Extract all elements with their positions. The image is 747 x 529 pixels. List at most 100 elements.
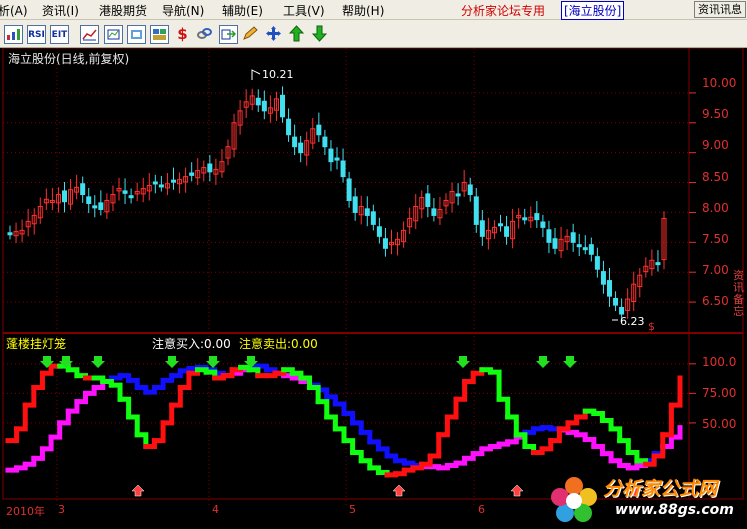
candle-body (128, 195, 134, 199)
dollar-icon[interactable]: $ (174, 25, 191, 43)
candle-body (207, 163, 213, 173)
menu-analysis[interactable]: 析(A) (0, 2, 28, 19)
ett-label: EIT (51, 29, 68, 40)
candle-body (479, 220, 485, 237)
menu-help[interactable]: 帮助(H) (342, 2, 384, 19)
y-tick-6.50: 6.50 (702, 294, 729, 308)
indicator-line-fast (22, 384, 37, 408)
indicator-line-fast (487, 369, 502, 402)
toolbar: RSI EIT $ (0, 20, 747, 48)
candle-body (613, 298, 619, 306)
indicator-line-fast (169, 384, 183, 408)
candle-body (655, 262, 661, 266)
candlestick-series (7, 69, 667, 322)
indicator-line-fast (505, 414, 519, 438)
buy-arrow-icon (131, 484, 145, 497)
menu-hk-futures[interactable]: 港股期货 (99, 2, 147, 19)
ett-icon[interactable]: EIT (50, 25, 69, 44)
stock-chart[interactable] (0, 48, 747, 529)
candle-body (382, 238, 388, 249)
candle-body (292, 136, 298, 148)
candle-body (594, 256, 600, 270)
x-label-month-4: 4 (212, 503, 219, 516)
menu-bar: 析(A) 资讯(I) 港股期货 导航(N) 辅助(E) 工具(V) 帮助(H) … (0, 0, 747, 20)
candle-body (92, 205, 98, 209)
pencil-icon[interactable] (242, 25, 259, 42)
indicator-title: 蓬楼挂灯笼 (6, 337, 67, 351)
buy-arrow-icon (392, 484, 406, 497)
indicator-line-fast (126, 414, 140, 438)
x-label-year: 2010年 (6, 505, 45, 518)
candle-body (607, 280, 612, 297)
bar-chart-icon[interactable] (4, 25, 23, 44)
candle-body (80, 183, 86, 196)
candle-body (425, 193, 431, 207)
export-icon[interactable] (219, 25, 238, 44)
arrow-down-icon[interactable] (311, 25, 328, 42)
candle-body (546, 229, 552, 243)
layout-icon[interactable] (150, 25, 169, 44)
candle-body (588, 244, 594, 255)
chart-grid (2, 48, 744, 505)
arrow-up-icon[interactable] (288, 25, 305, 42)
flower-logo-icon (551, 477, 597, 522)
candle-body (62, 190, 67, 203)
menu-assist[interactable]: 辅助(E) (222, 2, 263, 19)
x-label-month-5: 5 (349, 503, 356, 516)
menu-news[interactable]: 资讯(I) (42, 2, 79, 19)
candle-body (570, 232, 576, 243)
candle-body (7, 232, 13, 236)
watermark-logo: 分析家公式网 www.88gs.com (545, 472, 745, 526)
sell-signal-text: 注意卖出:0.00 (239, 337, 318, 351)
candle-body (152, 181, 158, 185)
indicator-line-fast (496, 396, 511, 420)
sell-arrow-icon (165, 356, 179, 368)
price-panel-title: 海立股份(日线,前复权) (8, 52, 130, 66)
candle-body (522, 217, 528, 221)
news-button[interactable]: 资讯讯息 (694, 1, 746, 18)
indicator-line-fast (436, 414, 450, 438)
sell-arrow-icon (536, 356, 550, 368)
indicator-line-fast (151, 420, 166, 444)
candle-body (455, 193, 461, 197)
candle-body (189, 172, 195, 176)
candle-body (576, 244, 582, 248)
market-chart-icon[interactable] (104, 25, 123, 44)
chart-grid-icon[interactable] (80, 25, 99, 44)
indicator-line-fast (160, 402, 175, 426)
high-price-label: 10.21 (262, 68, 294, 81)
candle-body (98, 202, 104, 210)
candle-body (352, 196, 358, 213)
candle-body (261, 100, 267, 112)
indicator-line-fast (14, 402, 28, 432)
candle-body (376, 226, 382, 237)
indicator-line-fast (117, 396, 132, 420)
x-label-month-6: 6 (478, 503, 485, 516)
menu-navigate[interactable]: 导航(N) (162, 2, 204, 19)
indicator-line-fast (660, 402, 674, 438)
candle-body (122, 190, 128, 194)
side-memo-text: 资讯备忘 (733, 269, 744, 318)
ind-tick-100: 100.0 (702, 355, 737, 369)
watermark-url: www.88gs.com (615, 502, 734, 518)
refresh-icon[interactable] (127, 25, 146, 44)
forum-label: 分析家论坛专用 (461, 4, 546, 18)
candle-body (619, 306, 625, 315)
candle-body (255, 97, 261, 106)
candle-body (340, 160, 346, 178)
y-tick-8.00: 8.00 (702, 201, 729, 215)
indicator-line-fast (668, 375, 683, 408)
indicator-lines (5, 363, 683, 478)
rsi-icon[interactable]: RSI (27, 25, 46, 44)
high-leader-line (251, 69, 261, 80)
candle-body (158, 184, 164, 188)
menu-tools[interactable]: 工具(V) (283, 2, 325, 19)
candle-body (431, 208, 437, 216)
candle-body (600, 271, 606, 285)
dollar-marker: $ (648, 320, 655, 333)
link-icon[interactable] (196, 25, 213, 42)
move-icon[interactable] (265, 25, 282, 42)
candle-body (540, 221, 546, 228)
rsi-label: RSI (28, 29, 45, 40)
chart-frame (2, 48, 744, 500)
